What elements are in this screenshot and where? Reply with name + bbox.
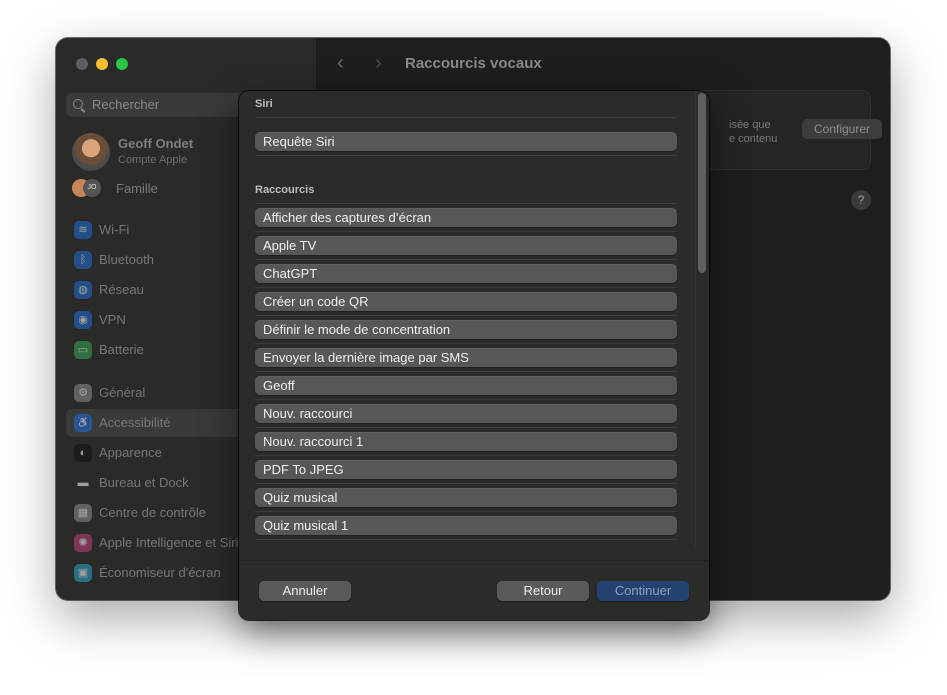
dock-icon: ▬ — [74, 474, 92, 492]
footer-divider — [239, 560, 709, 561]
divider — [255, 259, 677, 260]
divider — [255, 287, 677, 288]
continue-button[interactable]: Continuer — [597, 581, 689, 601]
accessibility-icon: ♿ — [74, 414, 92, 432]
screensaver-icon: ▣ — [74, 564, 92, 582]
list-item[interactable]: Définir le mode de concentration — [255, 320, 677, 339]
sidebar-item-label: Batterie — [99, 342, 144, 357]
list-item[interactable]: Afficher des captures d’écran — [255, 208, 677, 227]
divider — [255, 343, 677, 344]
help-button[interactable]: ? — [851, 190, 871, 210]
avatar — [72, 133, 110, 171]
divider — [255, 511, 677, 512]
sidebar-item-label: Apparence — [99, 445, 162, 460]
list-item[interactable]: Nouv. raccourci — [255, 404, 677, 423]
list-item[interactable]: Apple TV — [255, 236, 677, 255]
section-title-shortcuts: Raccourcis — [255, 184, 315, 196]
bluetooth-icon: ᛒ — [74, 251, 92, 269]
card-description: isée que e contenu — [729, 118, 777, 146]
divider — [255, 455, 677, 456]
battery-icon: ▭ — [74, 341, 92, 359]
divider — [255, 117, 677, 118]
sidebar-item-label: Famille — [116, 181, 158, 196]
card-description-line: isée que — [729, 119, 771, 131]
sidebar-item-label: Centre de contrôle — [99, 505, 206, 520]
close-window-button[interactable] — [76, 58, 88, 70]
list-item[interactable]: ChatGPT — [255, 264, 677, 283]
page-title: Raccourcis vocaux — [405, 55, 542, 72]
divider — [255, 155, 677, 156]
cancel-button[interactable]: Annuler — [259, 581, 351, 601]
minimize-window-button[interactable] — [96, 58, 108, 70]
sidebar-item-label: Général — [99, 385, 146, 400]
appearance-icon: ◐ — [74, 444, 92, 462]
sidebar-item-label: Bureau et Dock — [99, 475, 189, 490]
sidebar-item-label: Bluetooth — [99, 252, 154, 267]
globe-icon: ◍ — [74, 281, 92, 299]
configure-button[interactable]: Configurer — [802, 119, 882, 139]
divider — [255, 427, 677, 428]
gear-icon: ⚙ — [74, 384, 92, 402]
wifi-icon: ≋ — [74, 221, 92, 239]
family-initials: JO — [83, 179, 101, 197]
sidebar-item-label: VPN — [99, 312, 126, 327]
profile-name: Geoff Ondet — [118, 136, 194, 151]
zoom-window-button[interactable] — [116, 58, 128, 70]
list-item[interactable]: Envoyer la dernière image par SMS — [255, 348, 677, 367]
divider — [255, 203, 677, 204]
list-item[interactable]: Geoff — [255, 376, 677, 395]
shortcut-list[interactable]: Siri Requête Siri Raccourcis Afficher de… — [239, 91, 709, 547]
divider — [255, 315, 677, 316]
list-item[interactable]: Quiz musical 1 — [255, 516, 677, 535]
sidebar-item-label: Réseau — [99, 282, 144, 297]
forward-chevron-icon[interactable]: › — [375, 52, 382, 75]
list-item[interactable]: Quiz musical — [255, 488, 677, 507]
sidebar-item-label: Wi-Fi — [99, 222, 130, 237]
siri-icon: ✺ — [74, 534, 92, 552]
shortcut-picker-sheet: Siri Requête Siri Raccourcis Afficher de… — [239, 91, 709, 620]
list-item[interactable]: Nouv. raccourci 1 — [255, 432, 677, 451]
vpn-icon: ◉ — [74, 311, 92, 329]
search-icon — [73, 99, 83, 109]
sidebar-item-label: Apple Intelligence et Siri — [99, 535, 239, 550]
list-item[interactable]: Requête Siri — [255, 132, 677, 151]
back-button[interactable]: Retour — [497, 581, 589, 601]
divider — [255, 371, 677, 372]
control-center-icon: ▦ — [74, 504, 92, 522]
sidebar-item-label: Économiseur d'écran — [99, 565, 221, 580]
scrollbar-thumb[interactable] — [698, 93, 706, 273]
divider — [255, 399, 677, 400]
section-title-siri: Siri — [255, 98, 273, 110]
list-item[interactable]: Créer un code QR — [255, 292, 677, 311]
divider — [255, 231, 677, 232]
profile-subtitle: Compte Apple — [118, 154, 188, 166]
divider — [255, 483, 677, 484]
list-item[interactable]: PDF To JPEG — [255, 460, 677, 479]
divider — [255, 539, 677, 540]
sidebar-item-label: Accessibilité — [99, 415, 171, 430]
search-placeholder: Rechercher — [92, 97, 160, 112]
card-description-line: e contenu — [729, 133, 778, 145]
back-chevron-icon[interactable]: ‹ — [337, 52, 344, 75]
